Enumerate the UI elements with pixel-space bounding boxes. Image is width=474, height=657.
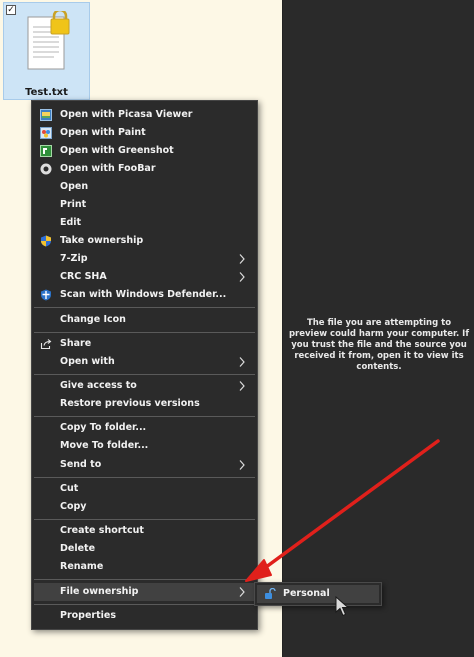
menu-item-cut[interactable]: Cut (34, 480, 255, 498)
share-icon (40, 339, 52, 350)
menu-separator (34, 519, 255, 520)
menu-separator (34, 477, 255, 478)
menu-item-7-zip[interactable]: 7-Zip (34, 250, 255, 268)
file-ownership-submenu: Personal (254, 582, 382, 606)
menu-item-share[interactable]: Share (34, 335, 255, 353)
menu-item-edit[interactable]: Edit (34, 214, 255, 232)
menu-item-properties[interactable]: Properties (34, 607, 255, 625)
chevron-right-icon (239, 587, 245, 597)
menu-item-move-to-folder[interactable]: Move To folder... (34, 437, 255, 455)
menu-item-open-with-greenshot[interactable]: Open with Greenshot (34, 142, 255, 160)
menu-item-send-to[interactable]: Send to (34, 456, 255, 474)
locked-text-file-icon (27, 11, 70, 70)
menu-item-open-with[interactable]: Open with (34, 353, 255, 371)
menu-item-open-with-picasa-viewer[interactable]: Open with Picasa Viewer (34, 106, 255, 124)
menu-item-crc-sha[interactable]: CRC SHA (34, 268, 255, 286)
mouse-cursor-icon (335, 596, 350, 617)
preview-warning-message: The file you are attempting to preview c… (288, 318, 470, 372)
menu-separator (34, 374, 255, 375)
uac-shield-icon (41, 235, 51, 247)
menu-item-change-icon[interactable]: Change Icon (34, 311, 255, 329)
file-checkbox[interactable]: ✓ (6, 5, 16, 15)
chevron-right-icon (239, 272, 245, 282)
picasa-icon (40, 109, 52, 121)
menu-item-scan-with-windows-defender[interactable]: Scan with Windows Defender... (34, 286, 255, 304)
menu-item-delete[interactable]: Delete (34, 540, 255, 558)
context-menu: Open with Picasa Viewer Open with Paint … (31, 100, 258, 630)
menu-item-open-with-paint[interactable]: Open with Paint (34, 124, 255, 142)
menu-item-create-shortcut[interactable]: Create shortcut (34, 522, 255, 540)
menu-item-give-access-to[interactable]: Give access to (34, 377, 255, 395)
menu-item-file-ownership[interactable]: File ownership (34, 583, 255, 601)
file-item-test-txt[interactable]: ✓ Test.txt (3, 2, 90, 100)
menu-item-restore-previous-versions[interactable]: Restore previous versions (34, 395, 255, 413)
menu-separator (34, 332, 255, 333)
menu-item-rename[interactable]: Rename (34, 558, 255, 576)
menu-item-print[interactable]: Print (34, 196, 255, 214)
menu-separator (34, 579, 255, 580)
chevron-right-icon (239, 357, 245, 367)
greenshot-icon (40, 145, 52, 157)
menu-item-open-with-foobar[interactable]: Open with FooBar (34, 160, 255, 178)
unlock-icon (265, 588, 276, 599)
menu-item-copy[interactable]: Copy (34, 498, 255, 516)
chevron-right-icon (239, 381, 245, 391)
menu-item-take-ownership[interactable]: Take ownership (34, 232, 255, 250)
chevron-right-icon (239, 460, 245, 470)
foobar-icon (40, 163, 52, 175)
chevron-right-icon (239, 254, 245, 264)
paint-icon (40, 127, 52, 139)
menu-separator (34, 604, 255, 605)
menu-separator (34, 416, 255, 417)
file-name-label: Test.txt (25, 87, 68, 98)
defender-icon (41, 289, 51, 301)
menu-separator (34, 307, 255, 308)
submenu-item-personal[interactable]: Personal (257, 585, 379, 603)
preview-pane: The file you are attempting to preview c… (282, 0, 474, 657)
menu-item-copy-to-folder[interactable]: Copy To folder... (34, 419, 255, 437)
menu-item-open[interactable]: Open (34, 178, 255, 196)
